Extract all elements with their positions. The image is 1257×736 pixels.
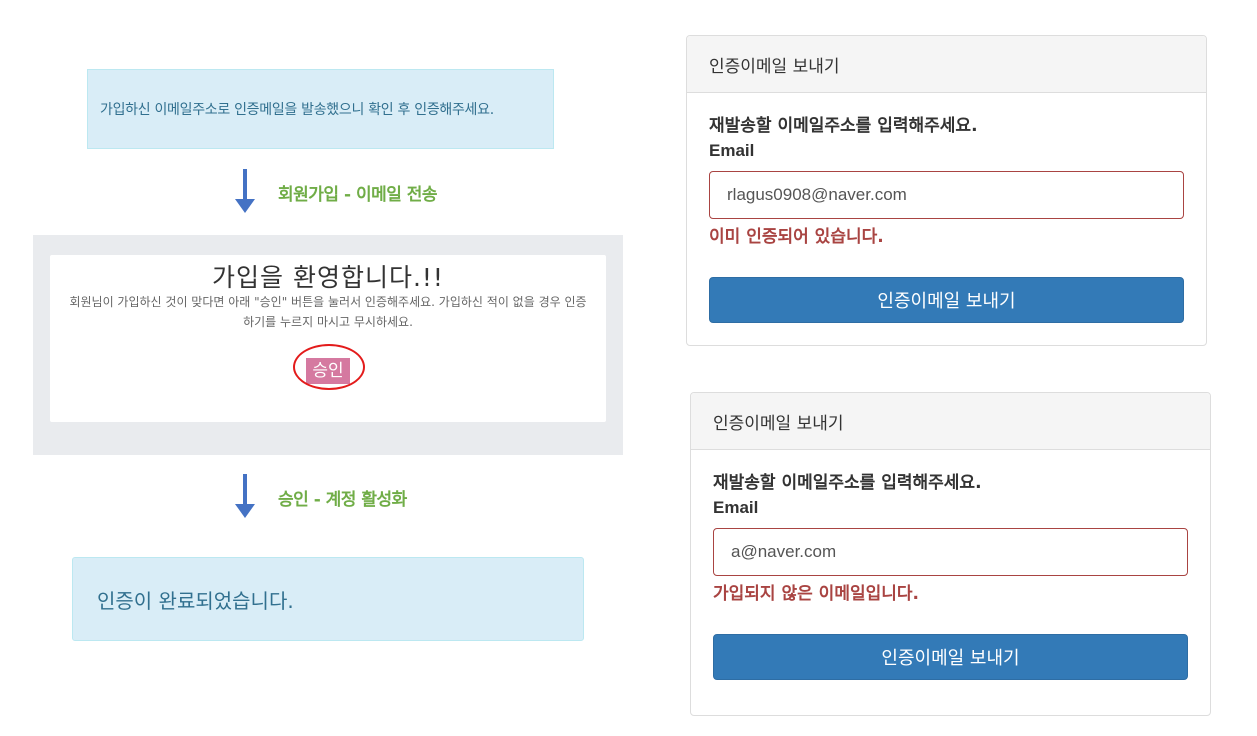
email-input[interactable] xyxy=(713,528,1188,576)
step-signup-email: 회원가입 - 이메일 전송 xyxy=(234,169,438,215)
email-preview-card: 가입을 환영합니다.!! 회원님이 가입하신 것이 맞다면 아래 "승인" 버튼… xyxy=(50,255,606,422)
approve-highlight: 승인 xyxy=(293,344,366,390)
error-message: 가입되지 않은 이메일입니다. xyxy=(713,584,919,604)
step-label: 회원가입 - 이메일 전송 xyxy=(278,184,438,205)
panel-heading: 인증이메일 보내기 xyxy=(687,36,1206,93)
resend-prompt: 재발송할 이메일주소를 입력해주세요. xyxy=(713,473,982,493)
email-label: Email xyxy=(709,141,755,160)
email-label: Email xyxy=(713,498,759,517)
verify-complete-text: 인증이 완료되었습니다. xyxy=(97,588,294,613)
highlight-circle xyxy=(293,344,366,390)
verify-complete-alert: 인증이 완료되었습니다. xyxy=(72,557,584,641)
panel-body: 재발송할 이메일주소를 입력해주세요. Email 이미 인증되어 있습니다. … xyxy=(687,93,1206,323)
step-label: 승인 - 계정 활성화 xyxy=(278,489,407,510)
sent-notice-alert: 가입하신 이메일주소로 인증메일을 발송했으니 확인 후 인증해주세요. xyxy=(87,69,554,149)
send-verification-button[interactable]: 인증이메일 보내기 xyxy=(713,634,1188,680)
error-message: 이미 인증되어 있습니다. xyxy=(709,227,884,247)
step-approve-activate: 승인 - 계정 활성화 xyxy=(234,474,407,520)
email-input[interactable] xyxy=(709,171,1184,219)
panel-heading: 인증이메일 보내기 xyxy=(691,393,1210,450)
resend-panel-verified: 인증이메일 보내기 재발송할 이메일주소를 입력해주세요. Email 이미 인… xyxy=(686,35,1207,346)
send-verification-button[interactable]: 인증이메일 보내기 xyxy=(709,277,1184,323)
arrow-down-icon xyxy=(234,169,256,215)
panel-body: 재발송할 이메일주소를 입력해주세요. Email 가입되지 않은 이메일입니다… xyxy=(691,450,1210,680)
email-title: 가입을 환영합니다.!! xyxy=(212,263,444,292)
arrow-down-icon xyxy=(234,474,256,520)
sent-notice-text: 가입하신 이메일주소로 인증메일을 발송했으니 확인 후 인증해주세요. xyxy=(100,102,494,118)
email-body: 회원님이 가입하신 것이 맞다면 아래 "승인" 버튼을 눌러서 인증해주세요.… xyxy=(69,295,587,329)
resend-panel-unregistered: 인증이메일 보내기 재발송할 이메일주소를 입력해주세요. Email 가입되지… xyxy=(690,392,1211,716)
resend-prompt: 재발송할 이메일주소를 입력해주세요. xyxy=(709,116,978,136)
email-preview-frame: 가입을 환영합니다.!! 회원님이 가입하신 것이 맞다면 아래 "승인" 버튼… xyxy=(33,235,623,455)
